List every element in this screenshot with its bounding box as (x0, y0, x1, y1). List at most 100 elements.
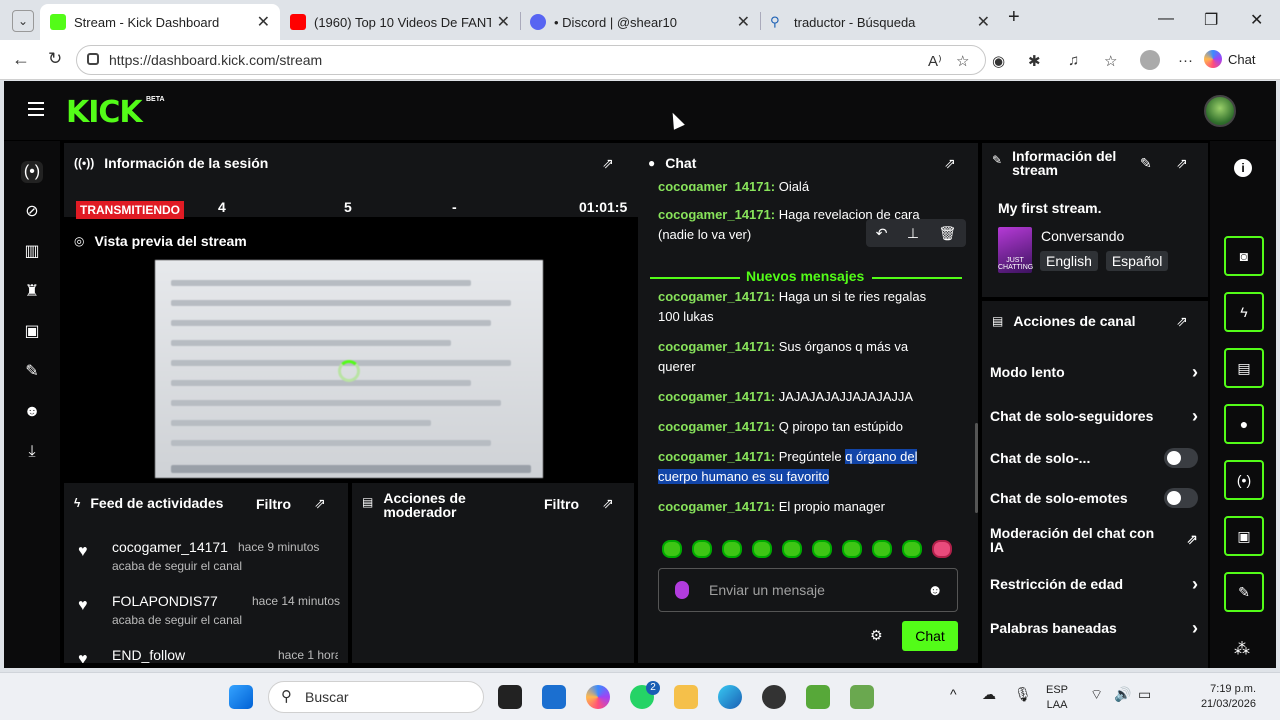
profile-icon[interactable] (1140, 50, 1160, 70)
analytics-icon[interactable]: ▥ (21, 241, 43, 263)
category-thumbnail[interactable]: JUST CHATTING (998, 227, 1033, 273)
favorite-star-icon[interactable]: ☆ (956, 52, 969, 70)
emote-icon[interactable] (782, 540, 802, 558)
popout-icon[interactable]: ⇗ (602, 495, 614, 512)
emote-icon[interactable] (872, 540, 892, 558)
followers-only-row[interactable]: Chat de solo-seguidores › (990, 406, 1202, 426)
emote-icon[interactable] (662, 540, 682, 558)
feed-user[interactable]: cocogamer_14171 (112, 539, 228, 555)
task-view-icon[interactable] (498, 685, 522, 709)
new-tab-icon[interactable]: + (1008, 6, 1020, 29)
minimize-icon[interactable]: — (1158, 10, 1174, 28)
lightning-quickaction-icon[interactable]: ϟ (1224, 292, 1264, 332)
copilot-button[interactable]: Chat (1204, 50, 1255, 68)
stream-broadcast-icon[interactable]: (•) (21, 161, 43, 183)
chat-input[interactable]: Enviar un mensaje ☻ (658, 568, 958, 612)
wifi-icon[interactable]: ⌔ (1090, 687, 1103, 702)
chat-quickaction-icon[interactable]: ● (1224, 404, 1264, 444)
browser-essentials-icon[interactable]: ♫ (1068, 52, 1079, 69)
volume-icon[interactable]: 🔊 (1114, 687, 1131, 702)
feed-user[interactable]: END_follow (112, 647, 185, 663)
chat-username[interactable]: cocogamer_14171: (658, 389, 775, 404)
popout-icon[interactable]: ⇗ (1176, 313, 1188, 330)
ai-moderation-row[interactable]: Moderación del chat con IA ⇗ (990, 526, 1202, 554)
clock[interactable]: 7:19 p.m. 21/03/2026 (1176, 682, 1256, 712)
store-icon[interactable] (542, 685, 566, 709)
chat-username[interactable]: cocogamer_14171: (658, 499, 775, 514)
taskbar-search[interactable]: ⚲ Buscar (268, 681, 484, 713)
emote-icon[interactable] (812, 540, 832, 558)
subscribers-only-toggle[interactable] (1164, 448, 1198, 468)
preview-quickaction-icon[interactable]: ◙ (1224, 236, 1264, 276)
extensions-puzzle-icon[interactable]: ✱ (1028, 52, 1041, 70)
reload-icon[interactable]: ↻ (48, 49, 62, 69)
read-aloud-icon[interactable]: A⁾ (928, 52, 942, 70)
tab-search[interactable]: ⚲ traductor - Búsqueda ✕ (760, 4, 1000, 40)
emote-icon[interactable] (722, 540, 742, 558)
chat-message[interactable]: cocogamer_14171: Q piropo tan estúpido (658, 417, 938, 437)
chat-message[interactable]: cocogamer_14171: Haga un si te ries rega… (658, 287, 938, 327)
info-icon[interactable]: i (1234, 159, 1252, 177)
link-icon[interactable]: ⊘ (21, 201, 43, 223)
emote-icon[interactable] (752, 540, 772, 558)
close-tab-icon[interactable]: ✕ (257, 12, 270, 32)
url-field[interactable]: https://dashboard.kick.com/stream (76, 45, 986, 75)
obs-icon[interactable] (762, 685, 786, 709)
send-chat-button[interactable]: Chat (902, 621, 958, 651)
kick-logo[interactable]: KICK (66, 95, 143, 130)
popout-icon[interactable]: ⇗ (602, 155, 614, 172)
popout-icon[interactable]: ⇗ (314, 495, 326, 512)
chat-username[interactable]: cocogamer_14171: (658, 339, 775, 354)
close-tab-icon[interactable]: ✕ (737, 12, 750, 32)
channel-quickaction-icon[interactable]: ▣ (1224, 516, 1264, 556)
chat-username[interactable]: cocogamer_14171: (658, 207, 775, 222)
emotes-only-toggle[interactable] (1164, 488, 1198, 508)
community-icon[interactable]: ☻ (21, 401, 43, 423)
chat-username[interactable]: cocogamer_14171: (658, 419, 775, 434)
banned-words-row[interactable]: Palabras baneadas › (990, 618, 1202, 638)
battery-icon[interactable]: ▭ (1138, 687, 1151, 702)
document-quickaction-icon[interactable]: ▤ (1224, 348, 1264, 388)
broadcast-quickaction-icon[interactable]: (•) (1224, 460, 1264, 500)
copilot-taskbar-icon[interactable] (586, 685, 610, 709)
slow-mode-row[interactable]: Modo lento › (990, 362, 1202, 382)
undo-icon[interactable]: ↶ (876, 225, 888, 242)
more-widgets-icon[interactable]: ⁂ (1234, 639, 1250, 659)
chat-username[interactable]: cocogamer_14171: (658, 289, 775, 304)
close-tab-icon[interactable]: ✕ (977, 12, 990, 32)
feed-user[interactable]: FOLAPONDIS77 (112, 593, 218, 609)
edit-pencil-icon[interactable]: ✎ (1140, 155, 1152, 172)
chat-username[interactable]: cocogamer_14171: (658, 449, 775, 464)
tab-discord[interactable]: • Discord | @shear10 ✕ (520, 4, 760, 40)
tab-actions-icon[interactable]: ⌄ (12, 10, 34, 32)
popout-icon[interactable]: ⇗ (1176, 155, 1188, 172)
minecraft-icon[interactable] (850, 685, 874, 709)
android-app-icon[interactable] (806, 685, 830, 709)
file-explorer-icon[interactable] (674, 685, 698, 709)
stream-preview-video[interactable] (155, 260, 543, 478)
feed-filter-button[interactable]: Filtro (256, 496, 291, 512)
emote-icon[interactable] (932, 540, 952, 558)
emote-icon[interactable] (842, 540, 862, 558)
pin-icon[interactable]: ⊥ (907, 225, 919, 242)
microphone-icon[interactable] (675, 581, 689, 599)
emote-icon[interactable] (692, 540, 712, 558)
wrench-quickaction-icon[interactable]: ✎ (1224, 572, 1264, 612)
restore-icon[interactable]: ❐ (1204, 10, 1218, 30)
chat-message[interactable]: cocogamer_14171: JAJAJAJAJJAJAJAJJA (658, 387, 938, 407)
trophy-icon[interactable]: ♜ (21, 281, 43, 303)
user-avatar[interactable] (1204, 95, 1236, 127)
close-window-icon[interactable]: ✕ (1250, 10, 1263, 30)
chat-message[interactable]: cocogamer_14171: El propio manager (658, 497, 938, 517)
wrench-icon[interactable]: ✎ (21, 361, 43, 383)
windows-start-icon[interactable] (229, 685, 253, 709)
language-indicator[interactable]: ESP LAA (1046, 683, 1068, 713)
site-info-icon[interactable] (87, 53, 99, 65)
chat-message[interactable]: cocogamer_14171: Ojalá (658, 177, 938, 191)
emoji-icon[interactable]: ☻ (927, 582, 943, 599)
chat-message[interactable]: cocogamer_14171: Sus órganos q más va qu… (658, 337, 938, 377)
back-icon[interactable]: ← (12, 49, 30, 70)
delete-icon[interactable]: 🗑 (938, 225, 956, 242)
chat-settings-gear-icon[interactable]: ⚙ (870, 627, 883, 644)
tab-kick-dashboard[interactable]: Stream - Kick Dashboard ✕ (40, 4, 280, 40)
